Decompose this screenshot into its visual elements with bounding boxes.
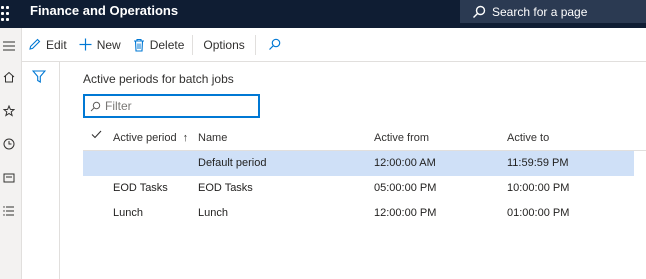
modules-list-icon[interactable]	[0, 202, 18, 220]
options-tab[interactable]: Options	[195, 28, 252, 62]
toolbar-divider	[254, 34, 256, 55]
navigation-rail	[0, 28, 22, 279]
active-periods-grid: Active period ↑ Name Active from Active …	[83, 126, 646, 226]
cell-active-to[interactable]: 10:00:00 PM	[507, 182, 569, 194]
cell-active-to[interactable]: 01:00:00 PM	[507, 207, 569, 219]
trash-icon	[133, 38, 144, 52]
new-label: New	[96, 37, 121, 52]
home-icon[interactable]	[0, 68, 18, 86]
cell-active-from[interactable]: 12:00:00 AM	[374, 157, 436, 169]
table-row[interactable]: Lunch Lunch 12:00:00 PM 01:00:00 PM	[83, 201, 646, 226]
page-title: Active periods for batch jobs	[83, 72, 234, 86]
grid-header-row: Active period ↑ Name Active from Active …	[83, 126, 646, 151]
page-search-button[interactable]: Search for a page	[460, 0, 646, 23]
pencil-icon	[29, 38, 41, 50]
quick-filter-box[interactable]	[83, 94, 260, 118]
top-navigation-bar: Finance and Operations Search for a page	[0, 0, 646, 28]
active-period-header-label: Active period	[113, 132, 177, 144]
options-label: Options	[203, 37, 245, 52]
hamburger-menu-icon[interactable]	[0, 37, 18, 55]
cell-active-period[interactable]: Lunch	[113, 207, 143, 219]
delete-label: Delete	[149, 37, 185, 52]
toolbar-divider	[192, 34, 194, 55]
cell-active-period[interactable]: EOD Tasks	[113, 182, 168, 194]
cell-active-from[interactable]: 12:00:00 PM	[374, 207, 436, 219]
select-all-checkmark-icon[interactable]	[91, 130, 102, 142]
cell-active-to[interactable]: 11:59:59 PM	[507, 157, 569, 169]
action-search-button[interactable]	[258, 28, 296, 62]
app-title[interactable]: Finance and Operations	[30, 3, 178, 18]
new-button[interactable]: New	[73, 28, 127, 62]
delete-button[interactable]: Delete	[127, 28, 191, 62]
column-header-active-period[interactable]: Active period ↑	[113, 132, 188, 144]
search-placeholder: Search for a page	[492, 4, 588, 19]
table-row[interactable]: Default period 12:00:00 AM 11:59:59 PM	[83, 151, 634, 176]
recent-clock-icon[interactable]	[0, 135, 18, 153]
cell-name[interactable]: Default period	[198, 157, 267, 169]
table-row[interactable]: EOD Tasks EOD Tasks 05:00:00 PM 10:00:00…	[83, 176, 646, 201]
search-icon	[90, 101, 101, 111]
action-pane: Edit New Delete Options	[22, 28, 646, 62]
plus-icon	[79, 38, 92, 51]
filter-pane-strip	[22, 62, 60, 279]
workspaces-icon[interactable]	[0, 169, 18, 187]
edit-button[interactable]: Edit	[22, 28, 73, 62]
filter-funnel-icon[interactable]	[31, 70, 47, 86]
sort-ascending-icon: ↑	[182, 132, 189, 144]
column-header-name[interactable]: Name	[198, 132, 227, 144]
favorites-star-icon[interactable]	[0, 102, 18, 120]
column-header-active-to[interactable]: Active to	[507, 132, 549, 144]
filter-input[interactable]	[105, 99, 255, 113]
cell-name[interactable]: Lunch	[198, 207, 228, 219]
column-header-active-from[interactable]: Active from	[374, 132, 429, 144]
cell-name[interactable]: EOD Tasks	[198, 182, 253, 194]
app-launcher-icon[interactable]	[0, 6, 10, 22]
search-icon	[473, 5, 486, 18]
cell-active-from[interactable]: 05:00:00 PM	[374, 182, 436, 194]
search-icon	[268, 38, 281, 50]
edit-label: Edit	[46, 37, 67, 52]
main-content: Active periods for batch jobs Active per…	[60, 62, 646, 279]
